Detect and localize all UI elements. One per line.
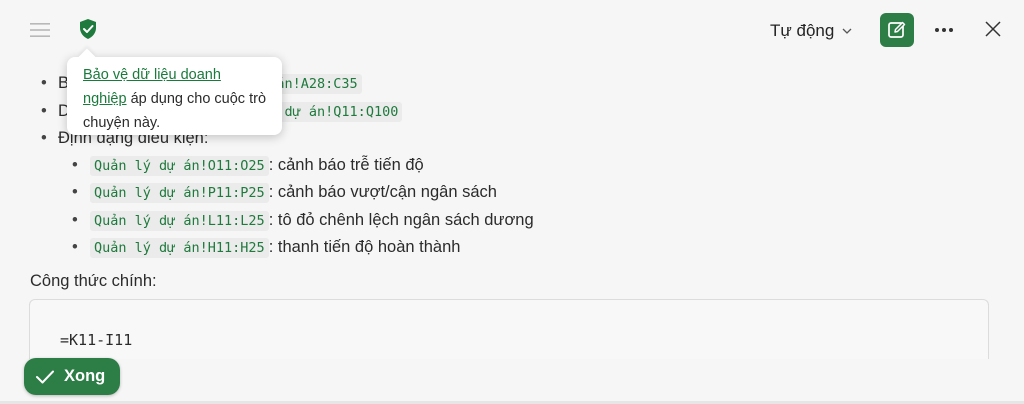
list-item: Quản lý dự án!O11:O25: cảnh báo trễ tiến… [30,152,994,180]
code-block: =K11-I11 [29,299,989,359]
ellipsis-icon [935,28,953,32]
menu-button[interactable] [28,18,52,42]
formula-code: =K11-I11 [60,331,133,349]
code-reference: Quản lý dự án!H11:H25 [90,238,269,258]
code-reference: Quản lý dự án!L11:L25 [90,210,269,231]
done-label: Xong [64,367,106,385]
close-icon [985,21,1001,37]
compose-icon [888,21,906,38]
checkmark-icon [36,370,54,383]
sub-bullet-list: Quản lý dự án!O11:O25: cảnh báo trễ tiến… [30,152,994,262]
code-reference: Quản lý dự án!P11:P25 [90,183,269,203]
hamburger-icon [30,23,50,37]
list-item: Quản lý dự án!L11:L25: tô đỏ chênh lệch … [30,207,994,235]
new-chat-button[interactable] [880,13,914,47]
shield-check-icon [80,19,96,39]
list-item: Quản lý dự án!P11:P25: cảnh báo vượt/cận… [30,179,994,207]
done-button[interactable]: Xong [24,358,120,395]
more-options-button[interactable] [931,18,957,42]
data-protection-tooltip: Bảo vệ dữ liệu doanh nghiệp áp dụng cho … [67,57,282,135]
mode-label: Tự động [770,21,835,40]
formula-heading: Công thức chính: [30,271,157,290]
close-button[interactable] [981,17,1005,41]
data-protection-button[interactable] [77,17,99,41]
list-item: Quản lý dự án!H11:H25: thanh tiến độ hoà… [30,234,994,262]
mode-dropdown[interactable]: Tự động [770,18,852,44]
chevron-down-icon [842,28,852,34]
code-reference: Quản lý dự án!O11:O25 [90,155,269,176]
